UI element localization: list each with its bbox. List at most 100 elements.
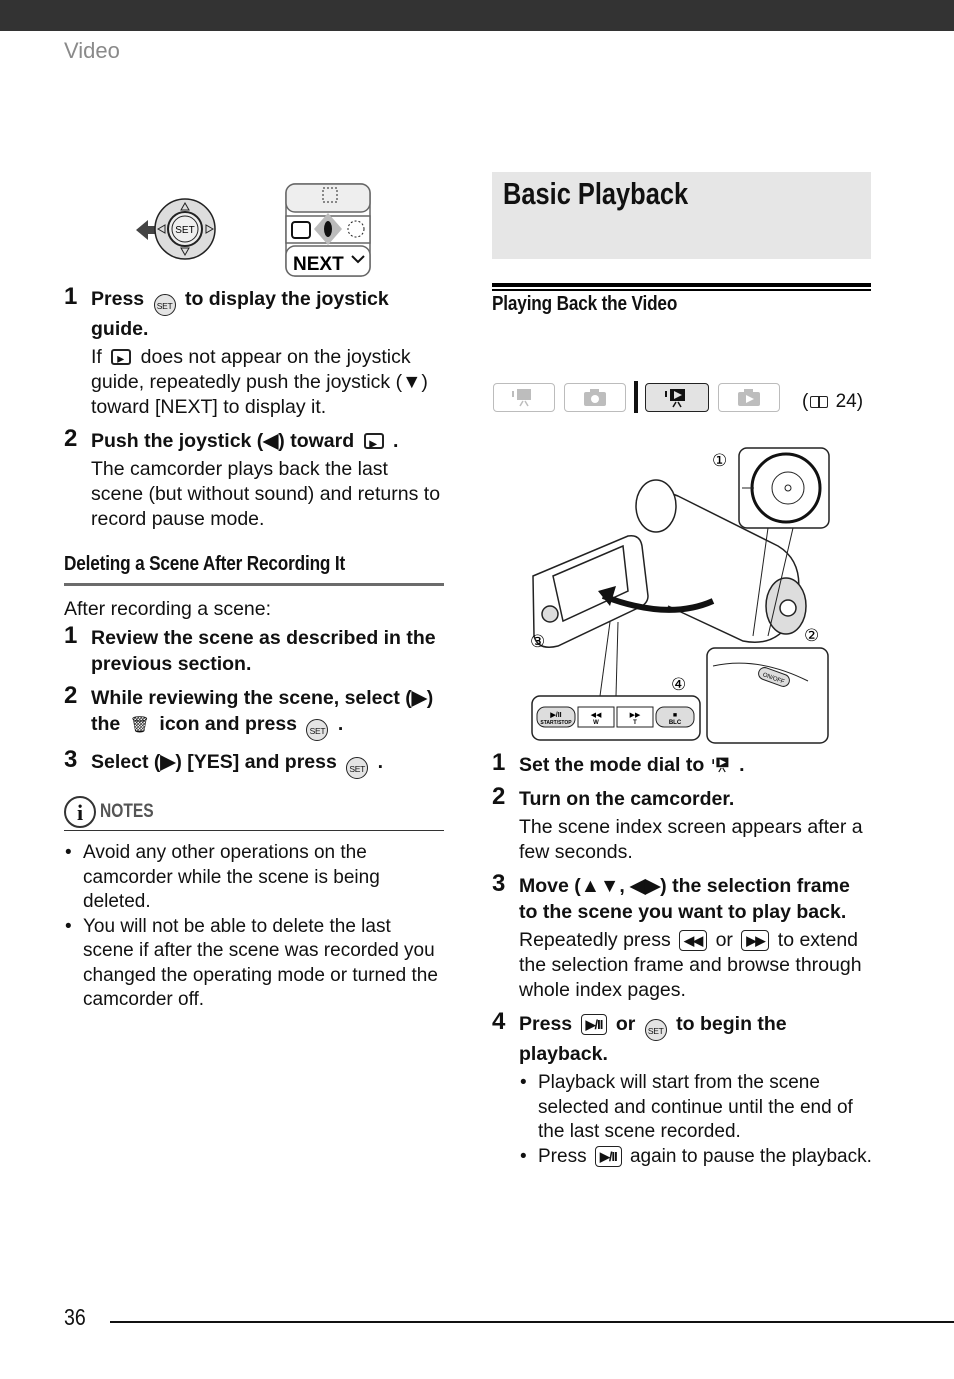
step-4-bullets: Playback will start from the scene selec… [519,1071,872,1169]
step-number: 3 [492,870,506,897]
step-text: . [387,430,399,452]
step-number: 4 [492,1008,506,1035]
set-label: SET [175,225,194,236]
photo-record-mode-icon [564,382,626,412]
step-body: The camcorder plays back the last scene … [91,458,441,530]
step-heading: Turn on the camcorder. [519,788,735,810]
callout-2: ② [804,626,819,646]
step-number: 2 [492,783,506,810]
step-text: Set the mode dial to [519,754,710,776]
delete-step-2: 2 While reviewing the scene, select (▶) … [64,682,444,741]
notes-list: Avoid any other operations on the camcor… [64,841,444,1013]
delete-step-1: 1 Review the scene as described in the p… [64,622,444,677]
callout-3: ③ [530,632,545,652]
wide-button: ◀◀ W [577,706,615,728]
power-callout: ON/OFF [706,647,829,744]
set-button-icon: SET [346,757,369,779]
delete-section-heading: Deleting a Scene After Recording It [64,553,346,575]
step-heading: Press ▶/II or SET to begin the playback. [519,1011,872,1067]
joystick-figure: SET NEXT [136,183,371,277]
fast-forward-button-icon: ▶▶ [741,930,770,951]
playback-steps: 1 Set the mode dial to . 2 Turn on the c… [492,749,872,1169]
step-text: Press [538,1145,592,1167]
delete-intro: After recording a scene: [64,598,272,620]
top-bar [0,0,954,31]
notes-header: i NOTES [64,796,444,831]
set-button-icon: SET [153,294,176,316]
page-title: Basic Playback [503,176,689,211]
step-text: Press [91,288,150,310]
button-label: START/STOP [540,720,572,726]
step-heading: Select (▶) [YES] and press SET . [91,749,444,779]
step-text: . [372,751,384,773]
play-pause-button-icon: ▶/II [580,1014,608,1035]
record-review-icon [363,430,384,456]
note-item: You will not be able to delete the last … [64,915,444,1013]
page-title-box: Basic Playback [492,172,871,259]
section-label: Video [64,38,120,63]
info-icon: i [64,796,96,828]
notes-label: NOTES [100,801,154,822]
step-text: or [710,929,739,951]
step-body: If does not appear on the joystick guide… [91,345,444,420]
movie-playback-mode-icon [645,382,709,412]
step-text: . [332,713,344,735]
step-heading: Push the joystick (◀) toward . [91,428,444,456]
step-number: 1 [492,749,506,776]
movie-record-mode-icon [493,382,555,412]
step-heading: While reviewing the scene, select (▶) th… [91,685,444,741]
blc-button: ■ BLC [655,706,695,728]
trash-icon: 🗑 [129,717,150,734]
set-button-icon: SET [644,1019,667,1041]
step-text: If [91,346,108,368]
rewind-button-icon: ◀◀ [679,930,708,951]
button-symbol: ▶/II [549,712,561,719]
step-text: again to pause the playback. [624,1145,872,1167]
page-number: 36 [64,1304,86,1330]
page-reference: ( 24) [802,391,864,412]
step-heading: Press SET to display the joystick guide. [91,286,444,342]
step-text: icon and press [153,713,303,735]
step-text: Press [519,1013,578,1035]
playback-step-4: 4 Press ▶/II or SET to begin the playbac… [492,1008,872,1169]
page-reference-number: 24 [835,391,857,412]
step-number: 3 [64,746,78,773]
step-text: does not appear on the joystick guide, r… [91,346,428,418]
joystick-guide-icon: NEXT [285,183,371,277]
review-step-2: 2 Push the joystick (◀) toward . The cam… [64,425,444,532]
footer-rule [110,1321,954,1323]
playback-step-3: 3 Move (▲▼, ◀▶) the selection frame to t… [492,870,872,1003]
set-button-icon: SET [306,719,329,741]
playback-step-2: 2 Turn on the camcorder. The scene index… [492,783,872,865]
step-text: Push the joystick (◀) toward [91,430,360,452]
bullet-item: Playback will start from the scene selec… [519,1071,872,1145]
callout-4: ④ [671,675,686,695]
review-step-1: 1 Press SET to display the joystick guid… [64,283,444,420]
button-label: W [593,720,599,726]
delete-section: Deleting a Scene After Recording It Afte… [64,553,444,779]
step-number: 2 [64,682,78,709]
photo-playback-mode-icon [718,382,780,412]
step-text: or [610,1013,641,1035]
step-body: The scene index screen appears after a f… [519,816,863,863]
playback-step-1: 1 Set the mode dial to . [492,749,872,778]
step-heading: Set the mode dial to . [519,752,872,778]
record-review-icon [111,346,132,371]
joystick-icon: SET [136,198,216,260]
step-text: Repeatedly press [519,929,677,951]
camcorder-figure: ON/OFF ▶/II START/STOP ◀◀ W ▶▶ T ■ BLC ①… [530,447,830,744]
button-label: T [633,720,637,726]
delete-step-3: 3 Select (▶) [YES] and press SET . [64,746,444,779]
note-item: Avoid any other operations on the camcor… [64,841,444,915]
book-icon [810,396,829,408]
callout-1: ① [712,451,727,471]
movie-playback-mode-icon [712,757,729,773]
play-pause-button-icon: ▶/II [594,1145,622,1167]
step-number: 1 [64,283,78,310]
button-label: BLC [669,720,682,726]
bullet-item: Press ▶/II again to pause the playback. [519,1145,872,1170]
step-number: 2 [64,425,78,452]
step-heading: Move (▲▼, ◀▶) the selection frame to the… [519,875,850,923]
notes-section: i NOTES Avoid any other operations on th… [64,796,444,1013]
next-label: NEXT [293,254,344,275]
